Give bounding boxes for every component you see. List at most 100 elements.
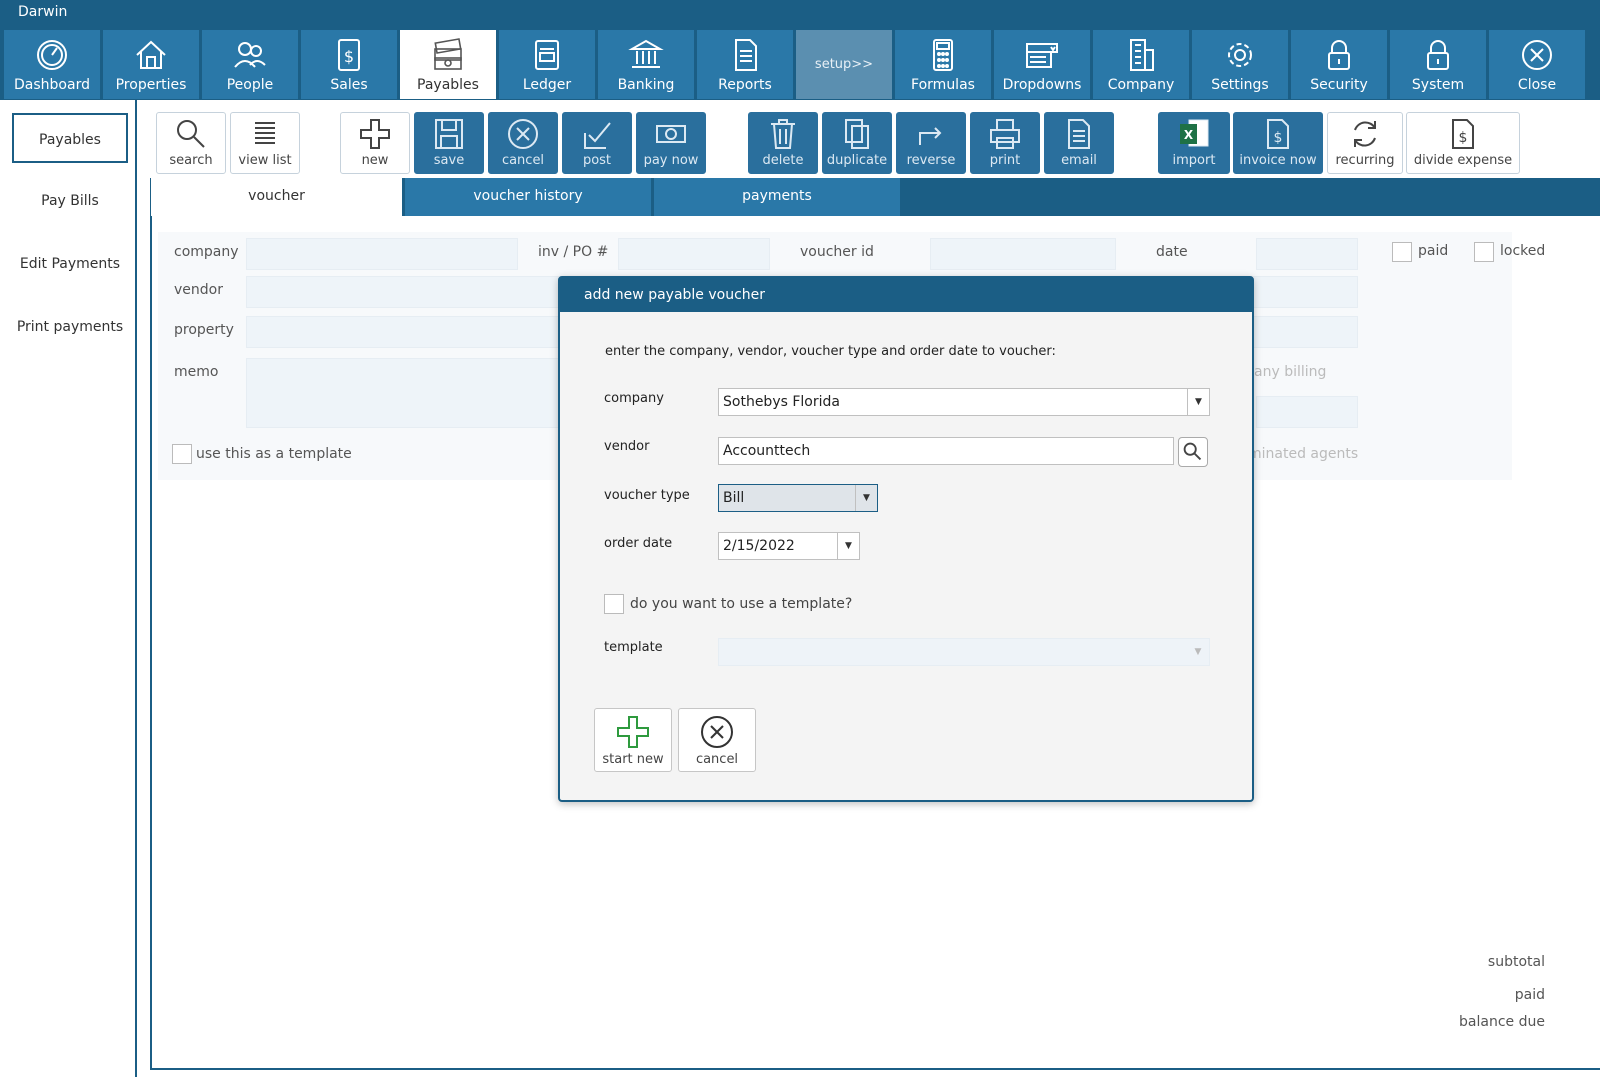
nav-ledger[interactable]: Ledger	[499, 30, 595, 99]
paid-checkbox[interactable]	[1392, 242, 1412, 262]
cancel-button[interactable]: cancel	[488, 112, 558, 174]
reverse-arrow-icon	[919, 127, 942, 145]
add-voucher-dialog: add new payable voucher enter the compan…	[558, 276, 1254, 802]
delete-label: delete	[762, 153, 804, 168]
print-button[interactable]: print	[970, 112, 1040, 174]
sidebar-item-pay-bills[interactable]: Pay Bills	[12, 176, 128, 226]
nav-formulas-label: Formulas	[911, 77, 975, 93]
locked-checkbox[interactable]	[1474, 242, 1494, 262]
dialog-template-select[interactable]: ▼	[718, 638, 1210, 666]
trash-icon	[771, 119, 795, 149]
nav-dashboard[interactable]: Dashboard	[4, 30, 100, 99]
toolbar: search view list new save cancel post pa…	[150, 108, 1600, 174]
nav-setup[interactable]: setup>>	[796, 30, 892, 99]
tab-payments[interactable]: payments	[654, 178, 900, 216]
nav-properties[interactable]: Properties	[103, 30, 199, 99]
nav-people-label: People	[226, 77, 274, 93]
tab-voucher[interactable]: voucher	[150, 178, 402, 216]
inv-po-field[interactable]	[618, 238, 770, 270]
dialog-vendor-value: Accounttech	[723, 443, 811, 459]
dialog-order-date-picker[interactable]: 2/15/2022 ▼	[718, 532, 860, 560]
report-icon	[735, 39, 757, 71]
dialog-template-label: template	[604, 640, 663, 655]
dialog-cancel-button[interactable]: cancel	[678, 708, 756, 772]
nav-company-label: Company	[1107, 77, 1175, 93]
chevron-down-icon[interactable]: ▼	[855, 485, 877, 511]
cancel-icon	[701, 716, 733, 748]
sidebar-item-print-payments[interactable]: Print payments	[12, 302, 128, 352]
memo-field[interactable]	[246, 358, 576, 428]
recurring-icon	[1354, 121, 1376, 147]
dialog-vendor-input[interactable]: Accounttech	[718, 437, 1174, 465]
delete-button[interactable]: delete	[748, 112, 818, 174]
gear-icon	[1228, 43, 1252, 67]
dialog-company-select[interactable]: Sothebys Florida ▼	[718, 388, 1210, 416]
nav-properties-label: Properties	[115, 77, 187, 93]
pay-now-button[interactable]: pay now	[636, 112, 706, 174]
nav-payables[interactable]: Payables	[400, 30, 496, 99]
new-label: new	[361, 153, 389, 168]
nav-people[interactable]: People	[202, 30, 298, 99]
recurring-button[interactable]: recurring	[1327, 112, 1403, 174]
pay-now-label: pay now	[643, 153, 699, 168]
view-list-button[interactable]: view list	[230, 112, 300, 174]
nav-close-label: Close	[1517, 77, 1557, 93]
list-icon	[255, 122, 275, 144]
save-button[interactable]: save	[414, 112, 484, 174]
nav-banking[interactable]: Banking	[598, 30, 694, 99]
search-button[interactable]: search	[156, 112, 226, 174]
tab-voucher-history[interactable]: voucher history	[405, 178, 651, 216]
post-button[interactable]: post	[562, 112, 632, 174]
email-button[interactable]: email	[1044, 112, 1114, 174]
cancel-icon	[508, 119, 538, 149]
billing-select[interactable]	[1256, 396, 1358, 428]
voucher-id-label: voucher id	[800, 244, 874, 260]
svg-text:$: $	[1459, 130, 1468, 146]
sidebar-item-payables[interactable]: Payables	[12, 113, 128, 163]
chevron-down-icon[interactable]: ▼	[837, 533, 859, 559]
printer-icon	[990, 119, 1020, 149]
bank-icon	[628, 39, 664, 68]
dialog-voucher-type-select[interactable]: Bill ▼	[718, 484, 878, 512]
company-field[interactable]	[246, 238, 518, 270]
nav-system[interactable]: System	[1390, 30, 1486, 99]
reverse-button[interactable]: reverse	[896, 112, 966, 174]
invoice-dollar-icon: $	[1267, 119, 1289, 149]
nav-company[interactable]: Company	[1093, 30, 1189, 99]
nav-reports[interactable]: Reports	[697, 30, 793, 99]
sidebar-item-edit-payments[interactable]: Edit Payments	[12, 239, 128, 289]
paid-label: paid	[1418, 243, 1449, 259]
calculator-icon	[933, 39, 953, 71]
dialog-order-date-value: 2/15/2022	[723, 538, 795, 554]
dialog-use-template-checkbox[interactable]	[604, 594, 624, 614]
balance-due-label: balance due	[1459, 1014, 1545, 1030]
import-button[interactable]: X import	[1158, 112, 1230, 174]
nav-formulas[interactable]: Formulas	[895, 30, 991, 99]
nav-system-label: System	[1411, 77, 1465, 93]
start-new-label: start new	[602, 752, 664, 767]
lock-icon	[1328, 40, 1350, 70]
new-button[interactable]: new	[340, 112, 410, 174]
nav-close[interactable]: Close	[1489, 30, 1585, 99]
chevron-down-icon[interactable]: ▼	[1187, 639, 1209, 665]
chevron-down-icon[interactable]: ▼	[1187, 389, 1209, 415]
divide-expense-button[interactable]: $ divide expense	[1406, 112, 1520, 174]
nav-sales[interactable]: $ Sales	[301, 30, 397, 99]
nav-security[interactable]: Security	[1291, 30, 1387, 99]
gauge-icon	[37, 40, 67, 70]
use-template-checkbox[interactable]	[172, 444, 192, 464]
money-stack-icon	[434, 38, 462, 70]
start-new-button[interactable]: start new	[594, 708, 672, 772]
plus-icon	[360, 119, 390, 149]
duplicate-button[interactable]: duplicate	[822, 112, 892, 174]
nav-banking-label: Banking	[617, 77, 675, 93]
nav-setup-label: setup>>	[814, 57, 874, 72]
nav-settings[interactable]: Settings	[1192, 30, 1288, 99]
invoice-now-button[interactable]: $ invoice now	[1233, 112, 1323, 174]
nav-dropdowns[interactable]: Dropdowns	[994, 30, 1090, 99]
voucher-id-field[interactable]	[930, 238, 1116, 270]
date-field[interactable]	[1256, 238, 1358, 270]
email-document-icon	[1068, 119, 1090, 149]
inv-po-label: inv / PO #	[538, 244, 609, 260]
vendor-search-button[interactable]	[1178, 437, 1208, 467]
